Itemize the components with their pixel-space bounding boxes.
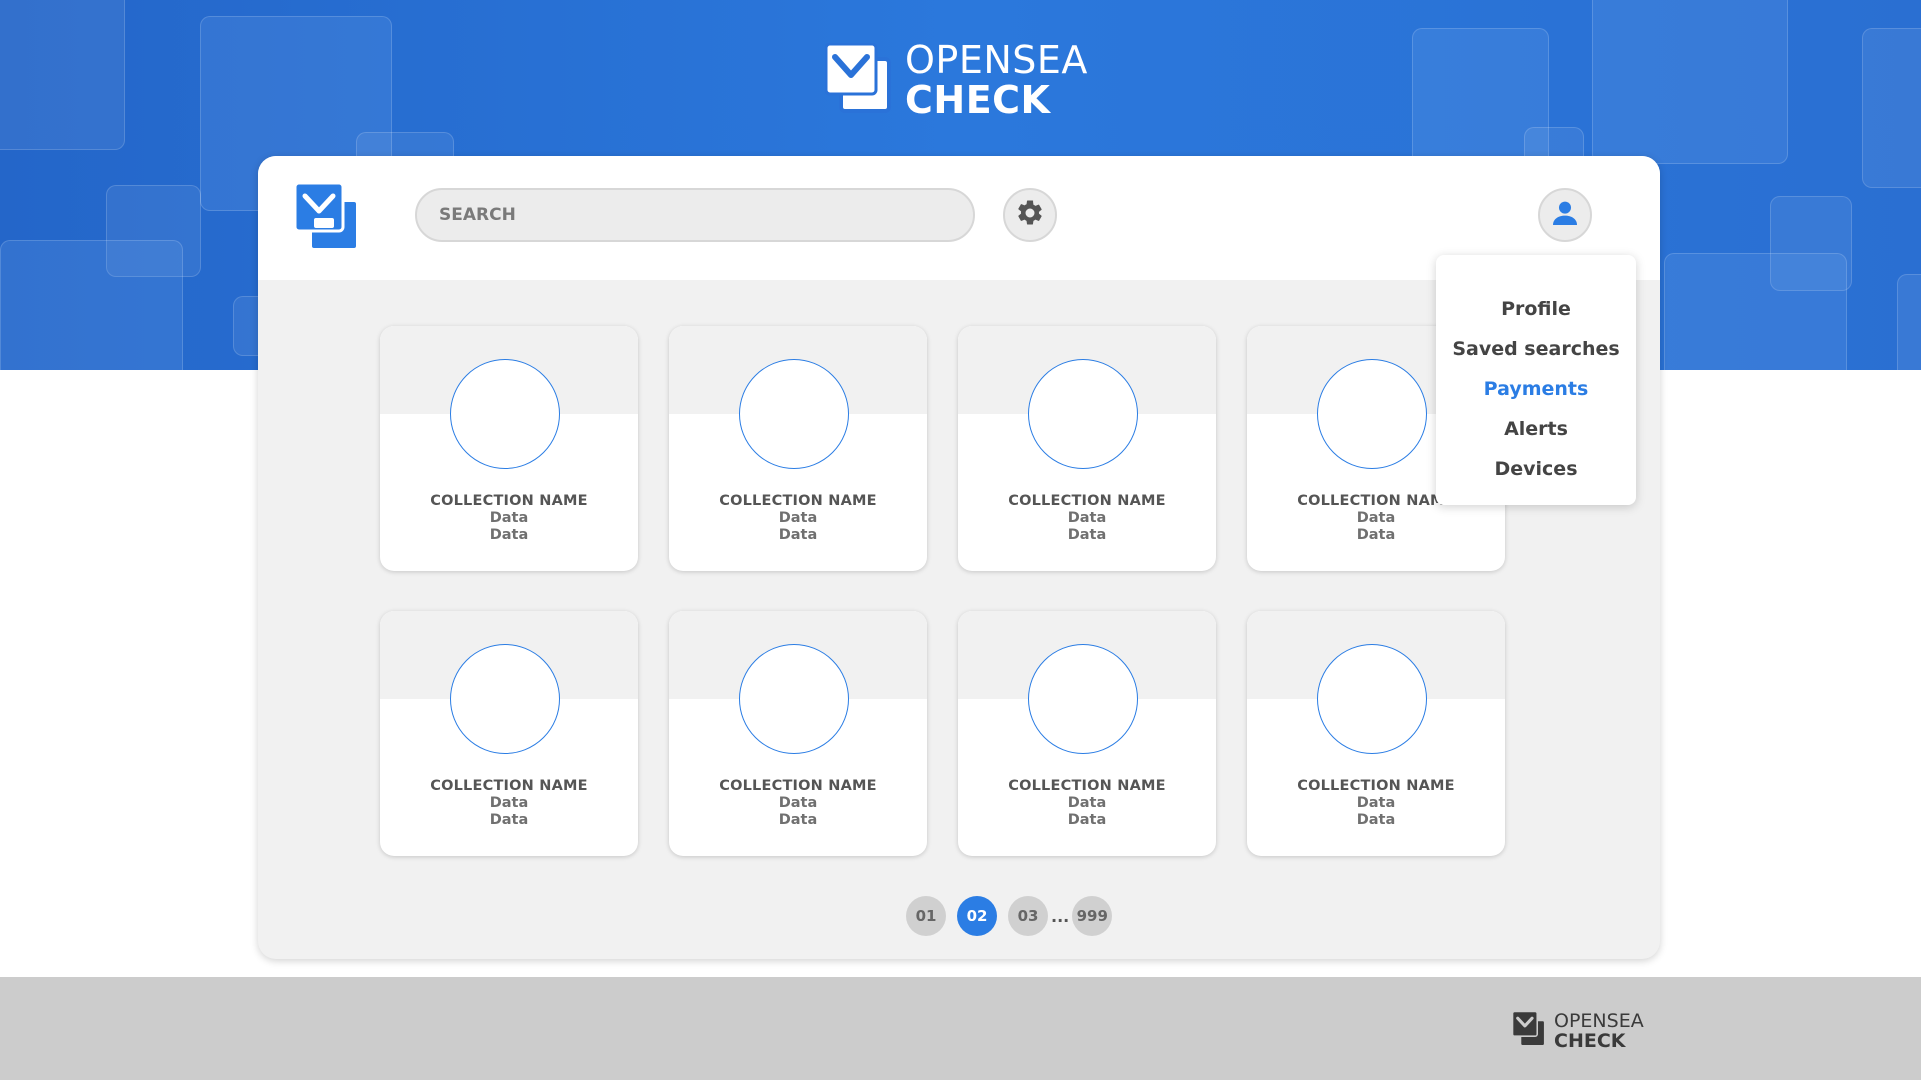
collection-avatar xyxy=(450,644,560,754)
brand-title-line2: CHECK xyxy=(905,78,1051,122)
pagination-ellipsis: ... xyxy=(1051,906,1070,926)
collection-data: Data xyxy=(778,812,818,828)
footer-brand-logo: OPENSEA CHECK xyxy=(1511,1009,1644,1052)
collection-data: Data xyxy=(1067,527,1107,543)
collection-name: COLLECTION NAME xyxy=(430,778,588,794)
menu-item-profile[interactable]: Profile xyxy=(1436,289,1636,329)
collection-name: COLLECTION NAME xyxy=(430,493,588,509)
collection-data: Data xyxy=(778,795,818,811)
collection-avatar xyxy=(739,644,849,754)
collection-name: COLLECTION NAME xyxy=(719,778,877,794)
collection-card[interactable]: COLLECTION NAME Data Data xyxy=(669,326,927,571)
collection-data: Data xyxy=(1356,510,1396,526)
collection-avatar xyxy=(1028,644,1138,754)
collection-data: Data xyxy=(1067,795,1107,811)
collection-data: Data xyxy=(778,527,818,543)
collection-data: Data xyxy=(489,527,529,543)
user-icon xyxy=(1549,197,1581,233)
collection-avatar xyxy=(450,359,560,469)
collection-name: COLLECTION NAME xyxy=(1008,778,1166,794)
user-dropdown-menu: Profile Saved searches Payments Alerts D… xyxy=(1436,255,1636,505)
collection-data: Data xyxy=(778,510,818,526)
page-button-03[interactable]: 03 xyxy=(1008,896,1048,936)
page-button-02[interactable]: 02 xyxy=(957,896,997,936)
collection-card[interactable]: COLLECTION NAME Data Data xyxy=(958,611,1216,856)
collection-avatar xyxy=(739,359,849,469)
pagination: 01 02 03 ... 999 xyxy=(906,896,1113,936)
collection-avatar xyxy=(1028,359,1138,469)
user-menu-button[interactable] xyxy=(1538,188,1592,242)
collection-grid: COLLECTION NAME Data Data COLLECTION NAM… xyxy=(380,326,1505,856)
brand-title-line1: OPENSEA xyxy=(905,38,1088,82)
collection-data: Data xyxy=(489,510,529,526)
brand-logo: OPENSEA CHECK xyxy=(824,38,1125,122)
collection-card[interactable]: COLLECTION NAME Data Data xyxy=(380,611,638,856)
footer-brand-line2: CHECK xyxy=(1554,1029,1626,1052)
page-button-01[interactable]: 01 xyxy=(906,896,946,936)
collection-data: Data xyxy=(1356,527,1396,543)
collection-name: COLLECTION NAME xyxy=(1297,778,1455,794)
settings-button[interactable] xyxy=(1003,188,1057,242)
collection-data: Data xyxy=(1067,510,1107,526)
collection-card[interactable]: COLLECTION NAME Data Data xyxy=(380,326,638,571)
collection-name: COLLECTION NAME xyxy=(719,493,877,509)
collection-avatar xyxy=(1317,644,1427,754)
menu-item-devices[interactable]: Devices xyxy=(1436,449,1636,489)
check-squares-logo-icon xyxy=(824,42,891,117)
gear-icon xyxy=(1015,198,1045,232)
search-input[interactable] xyxy=(415,188,975,242)
footer-brand-line1: OPENSEA xyxy=(1554,1009,1644,1032)
collection-data: Data xyxy=(1067,812,1107,828)
menu-item-saved-searches[interactable]: Saved searches xyxy=(1436,329,1636,369)
collection-data: Data xyxy=(1356,812,1396,828)
footer-logo-icon xyxy=(1511,1010,1546,1051)
menu-item-alerts[interactable]: Alerts xyxy=(1436,409,1636,449)
menu-item-payments[interactable]: Payments xyxy=(1436,369,1636,409)
footer: OPENSEA CHECK xyxy=(0,977,1921,1080)
collection-card[interactable]: COLLECTION NAME Data Data xyxy=(1247,611,1505,856)
collection-card[interactable]: COLLECTION NAME Data Data xyxy=(958,326,1216,571)
collection-data: Data xyxy=(489,812,529,828)
collection-data: Data xyxy=(489,795,529,811)
collection-card[interactable]: COLLECTION NAME Data Data xyxy=(669,611,927,856)
app-logo-icon[interactable] xyxy=(293,181,360,256)
collection-name: COLLECTION NAME xyxy=(1008,493,1166,509)
collection-data: Data xyxy=(1356,795,1396,811)
page-button-last[interactable]: 999 xyxy=(1072,896,1113,936)
collection-avatar xyxy=(1317,359,1427,469)
